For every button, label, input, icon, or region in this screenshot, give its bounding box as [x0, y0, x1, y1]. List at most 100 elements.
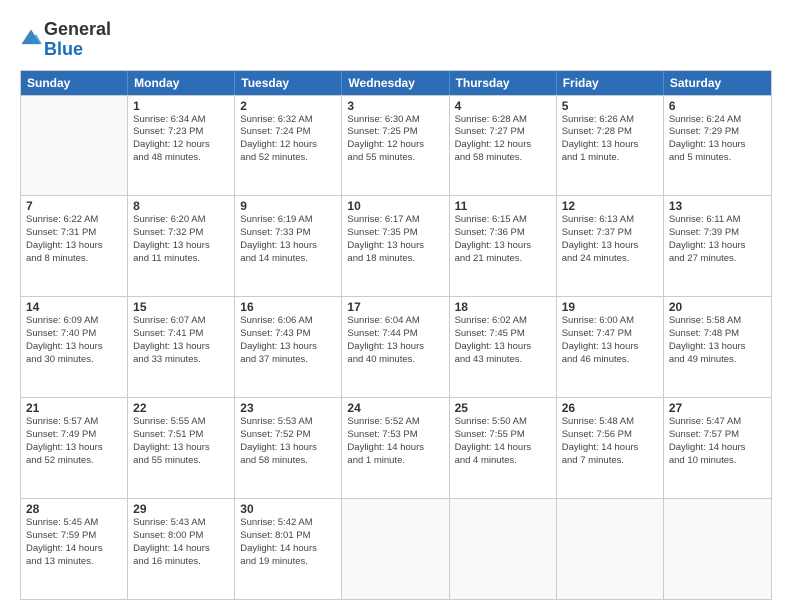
calendar-cell: 28Sunrise: 5:45 AM Sunset: 7:59 PM Dayli… [21, 499, 128, 599]
header: General Blue [20, 16, 772, 60]
calendar-cell: 8Sunrise: 6:20 AM Sunset: 7:32 PM Daylig… [128, 196, 235, 296]
logo: General Blue [20, 20, 111, 60]
cell-info-text: Sunrise: 6:34 AM Sunset: 7:23 PM Dayligh… [133, 114, 229, 165]
cell-info-text: Sunrise: 5:48 AM Sunset: 7:56 PM Dayligh… [562, 416, 658, 467]
cell-info-text: Sunrise: 6:32 AM Sunset: 7:24 PM Dayligh… [240, 114, 336, 165]
cell-info-text: Sunrise: 6:11 AM Sunset: 7:39 PM Dayligh… [669, 214, 766, 265]
cell-info-text: Sunrise: 6:15 AM Sunset: 7:36 PM Dayligh… [455, 214, 551, 265]
cell-date-number: 14 [26, 300, 122, 314]
calendar-cell [450, 499, 557, 599]
calendar-cell: 6Sunrise: 6:24 AM Sunset: 7:29 PM Daylig… [664, 96, 771, 196]
calendar-cell: 29Sunrise: 5:43 AM Sunset: 8:00 PM Dayli… [128, 499, 235, 599]
calendar-cell: 10Sunrise: 6:17 AM Sunset: 7:35 PM Dayli… [342, 196, 449, 296]
calendar-row-3: 14Sunrise: 6:09 AM Sunset: 7:40 PM Dayli… [21, 296, 771, 397]
cell-info-text: Sunrise: 5:57 AM Sunset: 7:49 PM Dayligh… [26, 416, 122, 467]
cell-info-text: Sunrise: 6:26 AM Sunset: 7:28 PM Dayligh… [562, 114, 658, 165]
cell-info-text: Sunrise: 6:22 AM Sunset: 7:31 PM Dayligh… [26, 214, 122, 265]
calendar-cell: 26Sunrise: 5:48 AM Sunset: 7:56 PM Dayli… [557, 398, 664, 498]
logo-icon [20, 28, 42, 50]
cell-info-text: Sunrise: 6:20 AM Sunset: 7:32 PM Dayligh… [133, 214, 229, 265]
cell-date-number: 27 [669, 401, 766, 415]
cell-date-number: 4 [455, 99, 551, 113]
cell-info-text: Sunrise: 6:00 AM Sunset: 7:47 PM Dayligh… [562, 315, 658, 366]
cell-date-number: 24 [347, 401, 443, 415]
cell-date-number: 15 [133, 300, 229, 314]
calendar-cell [557, 499, 664, 599]
calendar-cell [21, 96, 128, 196]
cell-date-number: 8 [133, 199, 229, 213]
header-day-monday: Monday [128, 71, 235, 95]
cell-date-number: 29 [133, 502, 229, 516]
calendar-cell: 3Sunrise: 6:30 AM Sunset: 7:25 PM Daylig… [342, 96, 449, 196]
cell-date-number: 3 [347, 99, 443, 113]
cell-date-number: 6 [669, 99, 766, 113]
cell-date-number: 10 [347, 199, 443, 213]
header-day-tuesday: Tuesday [235, 71, 342, 95]
cell-date-number: 28 [26, 502, 122, 516]
cell-date-number: 5 [562, 99, 658, 113]
calendar-cell: 13Sunrise: 6:11 AM Sunset: 7:39 PM Dayli… [664, 196, 771, 296]
header-day-saturday: Saturday [664, 71, 771, 95]
cell-info-text: Sunrise: 5:52 AM Sunset: 7:53 PM Dayligh… [347, 416, 443, 467]
cell-info-text: Sunrise: 5:58 AM Sunset: 7:48 PM Dayligh… [669, 315, 766, 366]
calendar-cell: 7Sunrise: 6:22 AM Sunset: 7:31 PM Daylig… [21, 196, 128, 296]
cell-info-text: Sunrise: 5:55 AM Sunset: 7:51 PM Dayligh… [133, 416, 229, 467]
cell-info-text: Sunrise: 6:13 AM Sunset: 7:37 PM Dayligh… [562, 214, 658, 265]
page: General Blue SundayMondayTuesdayWednesda… [0, 0, 792, 612]
cell-info-text: Sunrise: 5:42 AM Sunset: 8:01 PM Dayligh… [240, 517, 336, 568]
calendar-cell: 12Sunrise: 6:13 AM Sunset: 7:37 PM Dayli… [557, 196, 664, 296]
calendar-cell [664, 499, 771, 599]
cell-info-text: Sunrise: 5:50 AM Sunset: 7:55 PM Dayligh… [455, 416, 551, 467]
cell-info-text: Sunrise: 6:06 AM Sunset: 7:43 PM Dayligh… [240, 315, 336, 366]
cell-date-number: 19 [562, 300, 658, 314]
header-day-friday: Friday [557, 71, 664, 95]
cell-date-number: 20 [669, 300, 766, 314]
calendar-cell: 18Sunrise: 6:02 AM Sunset: 7:45 PM Dayli… [450, 297, 557, 397]
cell-info-text: Sunrise: 5:53 AM Sunset: 7:52 PM Dayligh… [240, 416, 336, 467]
calendar-cell: 25Sunrise: 5:50 AM Sunset: 7:55 PM Dayli… [450, 398, 557, 498]
cell-date-number: 17 [347, 300, 443, 314]
cell-date-number: 2 [240, 99, 336, 113]
cell-info-text: Sunrise: 6:28 AM Sunset: 7:27 PM Dayligh… [455, 114, 551, 165]
calendar-row-2: 7Sunrise: 6:22 AM Sunset: 7:31 PM Daylig… [21, 195, 771, 296]
cell-info-text: Sunrise: 6:24 AM Sunset: 7:29 PM Dayligh… [669, 114, 766, 165]
cell-date-number: 18 [455, 300, 551, 314]
cell-info-text: Sunrise: 5:43 AM Sunset: 8:00 PM Dayligh… [133, 517, 229, 568]
cell-date-number: 7 [26, 199, 122, 213]
calendar-cell: 15Sunrise: 6:07 AM Sunset: 7:41 PM Dayli… [128, 297, 235, 397]
header-day-thursday: Thursday [450, 71, 557, 95]
calendar-row-4: 21Sunrise: 5:57 AM Sunset: 7:49 PM Dayli… [21, 397, 771, 498]
cell-info-text: Sunrise: 6:07 AM Sunset: 7:41 PM Dayligh… [133, 315, 229, 366]
logo-text-blue: Blue [44, 40, 111, 60]
cell-info-text: Sunrise: 6:09 AM Sunset: 7:40 PM Dayligh… [26, 315, 122, 366]
cell-date-number: 11 [455, 199, 551, 213]
cell-info-text: Sunrise: 6:19 AM Sunset: 7:33 PM Dayligh… [240, 214, 336, 265]
cell-date-number: 22 [133, 401, 229, 415]
calendar-cell [342, 499, 449, 599]
calendar-cell: 20Sunrise: 5:58 AM Sunset: 7:48 PM Dayli… [664, 297, 771, 397]
calendar-cell: 14Sunrise: 6:09 AM Sunset: 7:40 PM Dayli… [21, 297, 128, 397]
calendar-cell: 27Sunrise: 5:47 AM Sunset: 7:57 PM Dayli… [664, 398, 771, 498]
calendar-row-1: 1Sunrise: 6:34 AM Sunset: 7:23 PM Daylig… [21, 95, 771, 196]
calendar-cell: 30Sunrise: 5:42 AM Sunset: 8:01 PM Dayli… [235, 499, 342, 599]
cell-date-number: 21 [26, 401, 122, 415]
logo-text-general: General [44, 20, 111, 40]
calendar-cell: 16Sunrise: 6:06 AM Sunset: 7:43 PM Dayli… [235, 297, 342, 397]
calendar-cell: 19Sunrise: 6:00 AM Sunset: 7:47 PM Dayli… [557, 297, 664, 397]
header-day-sunday: Sunday [21, 71, 128, 95]
calendar-cell: 1Sunrise: 6:34 AM Sunset: 7:23 PM Daylig… [128, 96, 235, 196]
cell-info-text: Sunrise: 5:47 AM Sunset: 7:57 PM Dayligh… [669, 416, 766, 467]
calendar-cell: 2Sunrise: 6:32 AM Sunset: 7:24 PM Daylig… [235, 96, 342, 196]
calendar-cell: 17Sunrise: 6:04 AM Sunset: 7:44 PM Dayli… [342, 297, 449, 397]
calendar-cell: 9Sunrise: 6:19 AM Sunset: 7:33 PM Daylig… [235, 196, 342, 296]
cell-date-number: 1 [133, 99, 229, 113]
cell-date-number: 16 [240, 300, 336, 314]
cell-info-text: Sunrise: 6:30 AM Sunset: 7:25 PM Dayligh… [347, 114, 443, 165]
calendar-cell: 23Sunrise: 5:53 AM Sunset: 7:52 PM Dayli… [235, 398, 342, 498]
cell-date-number: 26 [562, 401, 658, 415]
cell-info-text: Sunrise: 6:17 AM Sunset: 7:35 PM Dayligh… [347, 214, 443, 265]
cell-date-number: 25 [455, 401, 551, 415]
cell-info-text: Sunrise: 6:04 AM Sunset: 7:44 PM Dayligh… [347, 315, 443, 366]
cell-date-number: 9 [240, 199, 336, 213]
cell-info-text: Sunrise: 6:02 AM Sunset: 7:45 PM Dayligh… [455, 315, 551, 366]
